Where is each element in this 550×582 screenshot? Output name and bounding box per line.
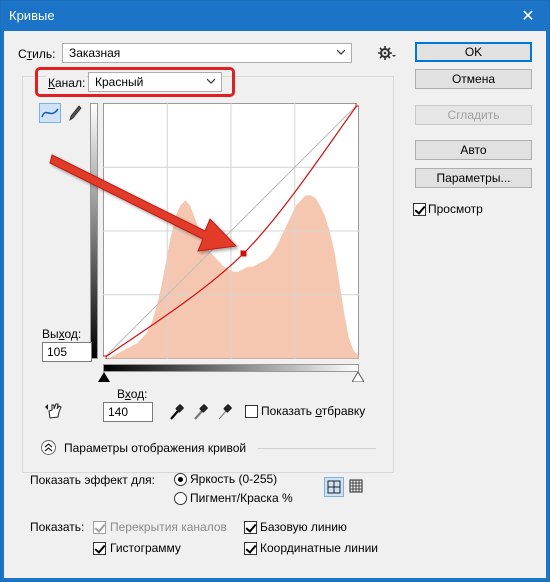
gear-icon[interactable] xyxy=(378,45,396,61)
curve-point[interactable] xyxy=(103,355,107,359)
show-label: Показать: xyxy=(30,520,85,534)
pigment-radio[interactable] xyxy=(174,492,187,505)
curve-tool-button[interactable] xyxy=(39,103,61,123)
eyedropper-black-icon[interactable] xyxy=(168,402,186,422)
chevron-up-icon xyxy=(44,443,53,452)
detailed-grid-icon xyxy=(349,479,363,493)
channel-highlight xyxy=(35,67,235,97)
style-label: Стиль: xyxy=(18,47,56,61)
collapse-button[interactable] xyxy=(41,440,56,455)
pencil-icon[interactable] xyxy=(66,103,84,123)
cancel-button[interactable]: Отмена xyxy=(415,69,532,89)
simple-grid-icon xyxy=(327,480,341,494)
output-label: Выход: xyxy=(42,327,82,341)
dialog-body: Стиль: Заказная OK Отмена Сгладить Авто … xyxy=(4,31,546,578)
eyedropper-gray-icon[interactable] xyxy=(192,402,210,422)
separator xyxy=(258,448,376,449)
channel-overlays-label: Перекрытия каналов xyxy=(110,520,227,534)
white-point-slider-icon[interactable] xyxy=(352,372,364,382)
smooth-button[interactable]: Сгладить xyxy=(415,105,532,125)
close-icon[interactable]: ✕ xyxy=(515,4,541,28)
preview-checkbox[interactable] xyxy=(413,203,426,216)
input-gradient-bar xyxy=(103,364,359,372)
gridlines-label: Координатные линии xyxy=(260,541,378,555)
style-select[interactable]: Заказная xyxy=(62,43,352,63)
eyedropper-white-icon[interactable] xyxy=(216,402,234,422)
black-point-slider-icon[interactable] xyxy=(98,372,110,382)
curve-graph[interactable] xyxy=(103,103,359,359)
options-button[interactable]: Параметры... xyxy=(415,168,532,188)
selected-curve-point[interactable] xyxy=(240,250,247,257)
show-clipping-label: Показать отбравку xyxy=(261,404,366,418)
curve-tool-icon xyxy=(41,108,59,118)
show-clipping-checkbox[interactable] xyxy=(245,405,258,418)
window-title: Кривые xyxy=(9,8,55,23)
curve-display-label: Параметры отображения кривой xyxy=(64,441,247,455)
channel-overlays-checkbox[interactable] xyxy=(93,521,106,534)
chevron-down-icon xyxy=(337,49,345,55)
curve-point[interactable] xyxy=(355,103,359,107)
input-label: Вход: xyxy=(117,387,148,401)
pigment-label: Пигмент/Краска % xyxy=(190,491,293,505)
baseline-label: Базовую линию xyxy=(260,520,347,534)
style-value: Заказная xyxy=(69,46,121,60)
output-gradient-bar xyxy=(90,103,98,359)
hand-adjust-icon[interactable] xyxy=(44,401,66,421)
detailed-grid-button[interactable] xyxy=(347,477,367,497)
histogram-label: Гистограмму xyxy=(110,541,181,555)
title-bar[interactable]: Кривые ✕ xyxy=(1,1,549,31)
auto-button[interactable]: Авто xyxy=(415,140,532,160)
preview-label: Просмотр xyxy=(428,202,483,216)
input-field[interactable]: 140 xyxy=(103,402,153,422)
simple-grid-button[interactable] xyxy=(324,477,344,497)
ok-button[interactable]: OK xyxy=(415,42,532,62)
luminosity-label: Яркость (0-255) xyxy=(190,472,278,486)
show-effect-label: Показать эффект для: xyxy=(30,473,155,487)
luminosity-radio[interactable] xyxy=(174,473,187,486)
curves-dialog: Кривые ✕ Стиль: Заказная OK Отмена Сглад… xyxy=(0,0,550,582)
histogram-checkbox[interactable] xyxy=(93,542,106,555)
output-field[interactable]: 105 xyxy=(42,342,92,362)
gridlines-checkbox[interactable] xyxy=(244,542,257,555)
baseline-checkbox[interactable] xyxy=(244,521,257,534)
